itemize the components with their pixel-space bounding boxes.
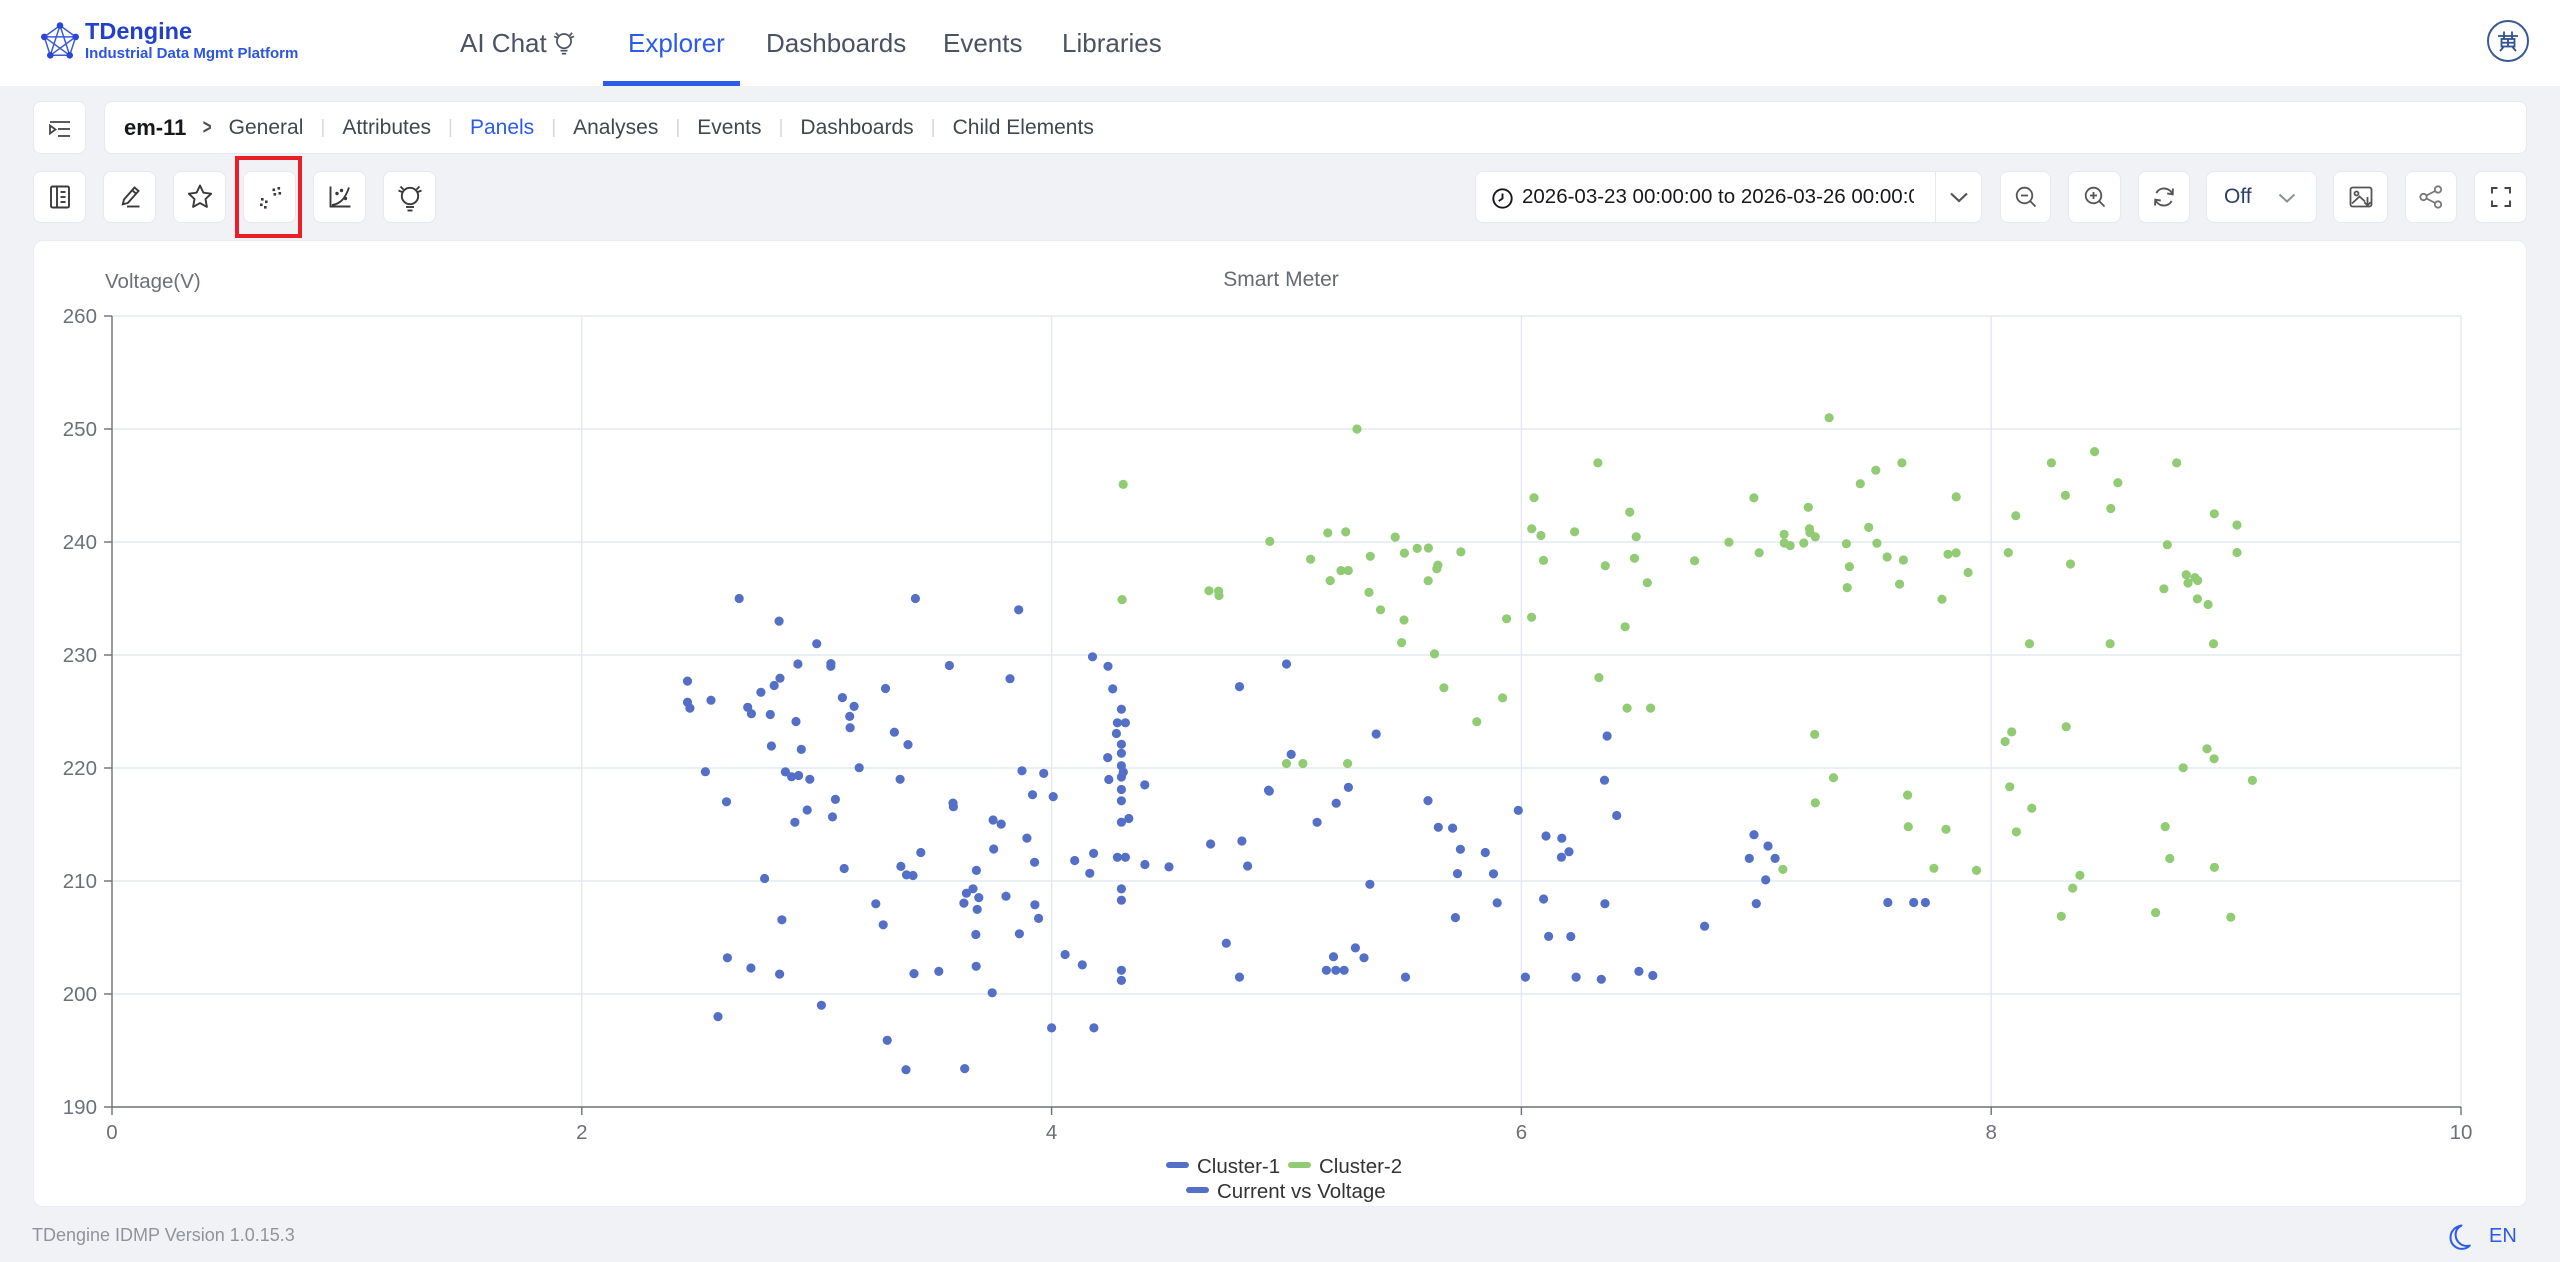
svg-text:Cluster-2: Cluster-2	[1319, 1155, 1402, 1178]
svg-text:Cluster-1: Cluster-1	[1197, 1155, 1280, 1178]
svg-text:260: 260	[63, 305, 97, 328]
svg-text:Current vs Voltage: Current vs Voltage	[1217, 1180, 1386, 1203]
svg-text:230: 230	[63, 644, 97, 667]
svg-text:Voltage(V): Voltage(V)	[105, 270, 201, 293]
svg-text:220: 220	[63, 757, 97, 780]
svg-text:10: 10	[2450, 1121, 2473, 1144]
svg-text:210: 210	[63, 870, 97, 893]
svg-text:2: 2	[576, 1121, 587, 1144]
svg-text:250: 250	[63, 418, 97, 441]
svg-text:190: 190	[63, 1096, 97, 1119]
svg-text:Smart Meter: Smart Meter	[1223, 268, 1339, 291]
svg-text:240: 240	[63, 531, 97, 554]
svg-text:0: 0	[106, 1121, 117, 1144]
svg-text:200: 200	[63, 983, 97, 1006]
svg-text:6: 6	[1516, 1121, 1527, 1144]
svg-text:4: 4	[1046, 1121, 1057, 1144]
svg-text:8: 8	[1985, 1121, 1996, 1144]
